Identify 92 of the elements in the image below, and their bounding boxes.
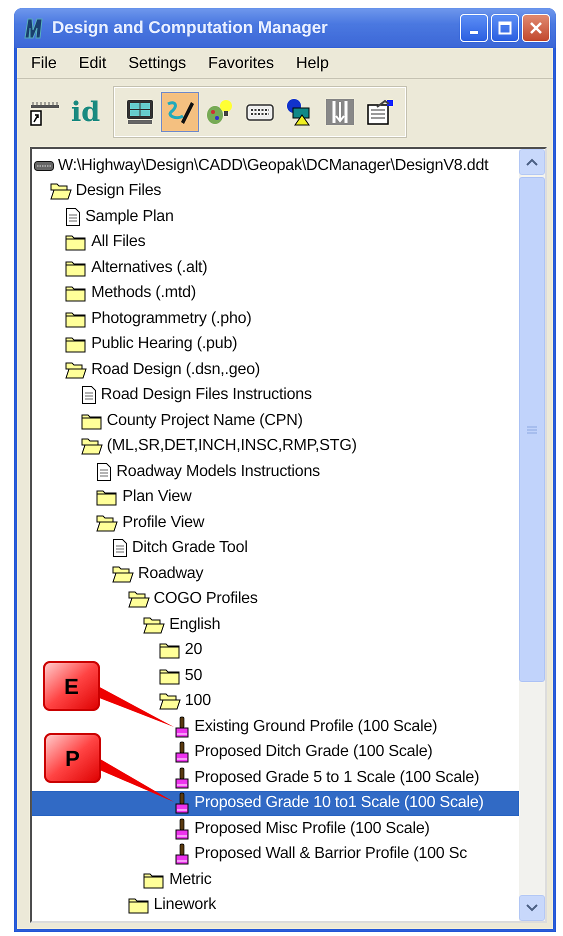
document-icon xyxy=(96,462,112,482)
tree-label: Photogrammetry (.pho) xyxy=(91,310,252,328)
drive-icon xyxy=(34,160,54,171)
scroll-up-button[interactable] xyxy=(519,149,545,175)
tree-item[interactable]: COGO Profiles xyxy=(128,586,258,612)
tree-label: Sample Plan xyxy=(85,208,174,226)
menu-item[interactable]: Favorites xyxy=(208,55,274,73)
chevron-up-icon xyxy=(526,158,538,166)
tree-item[interactable]: Proposed Misc Profile (100 Scale) xyxy=(174,816,430,842)
tree-label: 100 xyxy=(184,692,211,710)
tree-item[interactable]: 100 xyxy=(158,688,211,714)
tree-label: 20 xyxy=(184,641,202,660)
menu-item[interactable]: Help xyxy=(296,55,329,73)
tree-label: All Files xyxy=(91,233,146,252)
tree-label: Methods (.mtd) xyxy=(91,284,196,302)
brush-icon xyxy=(174,818,190,840)
tree-item[interactable]: County Project Name (CPN) xyxy=(80,408,303,434)
tree-item[interactable]: Photogrammetry (.pho) xyxy=(65,306,252,332)
tree-label: COGO Profiles xyxy=(154,590,258,608)
tree-item[interactable]: 20 xyxy=(158,638,202,663)
tree-label: Proposed Ditch Grade (100 Scale) xyxy=(194,743,433,762)
tree-label: Metric xyxy=(169,870,212,889)
tree-item[interactable]: All Files xyxy=(65,230,146,255)
tree-label: Design Files xyxy=(76,182,162,200)
tree-item[interactable]: Proposed Ditch Grade (100 Scale) xyxy=(174,740,433,765)
brush-icon xyxy=(174,741,190,764)
tree-label: Existing Ground Profile (100 Scale) xyxy=(194,718,438,736)
tree-item[interactable]: Roadway Models Instructions xyxy=(96,459,320,484)
document-icon xyxy=(65,206,82,227)
brush-icon xyxy=(174,792,190,814)
tree-item[interactable]: Design Files xyxy=(50,178,162,204)
menu-item[interactable]: File xyxy=(31,55,57,73)
brush-icon xyxy=(174,766,190,789)
maximize-icon xyxy=(498,21,512,35)
tree-item[interactable]: Plan View xyxy=(96,484,192,510)
tree-item[interactable]: Proposed Grade 5 to 1 Scale (100 Scale) xyxy=(174,765,480,790)
tree-label: Proposed Misc Profile (100 Scale) xyxy=(194,820,430,838)
tree-label: Linework xyxy=(154,896,216,914)
tree-item[interactable]: Profile View xyxy=(96,510,204,536)
document-icon xyxy=(80,385,97,406)
tree-label: Roadway xyxy=(138,564,204,583)
tree-label: Profile View xyxy=(122,514,204,532)
tree-item[interactable]: Ditch Grade Tool xyxy=(112,536,248,561)
maximize-button[interactable] xyxy=(491,14,519,42)
window-title: Design and Computation Manager xyxy=(52,18,329,38)
tree-label: Road Design (.dsn,.geo) xyxy=(91,360,260,379)
tree-label: Roadway Models Instructions xyxy=(116,462,320,481)
callout-label: P xyxy=(44,733,101,783)
tree-item[interactable]: Methods (.mtd) xyxy=(65,280,196,306)
tree-item[interactable]: Alternatives (.alt) xyxy=(65,255,208,280)
close-icon xyxy=(529,21,543,35)
tree-label: Proposed Grade 10 to1 Scale (100 Scale) xyxy=(194,794,484,812)
tree-item[interactable]: Road Design (.dsn,.geo) xyxy=(65,357,260,382)
scroll-thumb[interactable] xyxy=(519,177,545,682)
tree-label: Plan View xyxy=(122,488,192,506)
menu-item[interactable]: Edit xyxy=(78,55,106,73)
tree-label: Public Hearing (.pub) xyxy=(91,335,238,354)
tree-item[interactable]: Sample Plan xyxy=(65,204,174,230)
scrollbar[interactable] xyxy=(519,149,545,921)
tree-label: Alternatives (.alt) xyxy=(91,258,208,277)
tree-item[interactable]: 50 xyxy=(158,663,202,688)
tree-item[interactable]: Existing Ground Profile (100 Scale) xyxy=(174,714,438,740)
pen-drawing-icon[interactable] xyxy=(161,92,200,132)
tree-label: Proposed Grade 5 to 1 Scale (100 Scale) xyxy=(194,768,480,787)
minimize-icon xyxy=(470,31,478,34)
chevron-down-icon xyxy=(526,904,538,912)
minimize-button[interactable] xyxy=(460,14,488,42)
tree-label: Ditch Grade Tool xyxy=(132,539,248,558)
callout-label: E xyxy=(43,661,100,711)
scroll-down-button[interactable] xyxy=(519,895,545,921)
document-icon xyxy=(112,538,128,558)
tree-label: English xyxy=(169,616,220,634)
close-button[interactable] xyxy=(522,14,550,42)
tree-label: Road Design Files Instructions xyxy=(100,386,312,404)
tree-item[interactable]: Public Hearing (.pub) xyxy=(65,332,238,357)
tree-item[interactable]: Road Design Files Instructions xyxy=(80,382,312,408)
brush-icon xyxy=(174,716,190,738)
tree-item[interactable]: English xyxy=(143,612,220,638)
tree-item[interactable]: Proposed Wall & Barrior Profile (100 Sc xyxy=(174,842,467,867)
tree-item[interactable]: Roadway xyxy=(112,561,204,586)
tree-item[interactable]: W:\Highway\Design\CADD\Geopak\DCManager\DesignV8.ddt xyxy=(34,153,488,178)
tree-label: (ML,SR,DET,INCH,INSC,RMP,STG) xyxy=(106,437,357,456)
tree-label: Proposed Wall & Barrior Profile (100 Sc xyxy=(194,845,467,864)
menu-item[interactable]: Settings xyxy=(128,55,186,73)
brush-icon xyxy=(174,843,190,866)
tree-item[interactable]: Proposed Grade 10 to1 Scale (100 Scale) xyxy=(174,790,484,816)
tree-label: W:\Highway\Design\CADD\Geopak\DCManager\DesignV8.ddt xyxy=(58,156,488,175)
tree-item[interactable]: Metric xyxy=(143,867,212,892)
tree-label: County Project Name (CPN) xyxy=(106,412,303,430)
tree-label: 50 xyxy=(184,666,202,685)
tree-item[interactable]: (ML,SR,DET,INCH,INSC,RMP,STG) xyxy=(80,434,357,459)
tree-item[interactable]: Linework xyxy=(128,892,216,918)
